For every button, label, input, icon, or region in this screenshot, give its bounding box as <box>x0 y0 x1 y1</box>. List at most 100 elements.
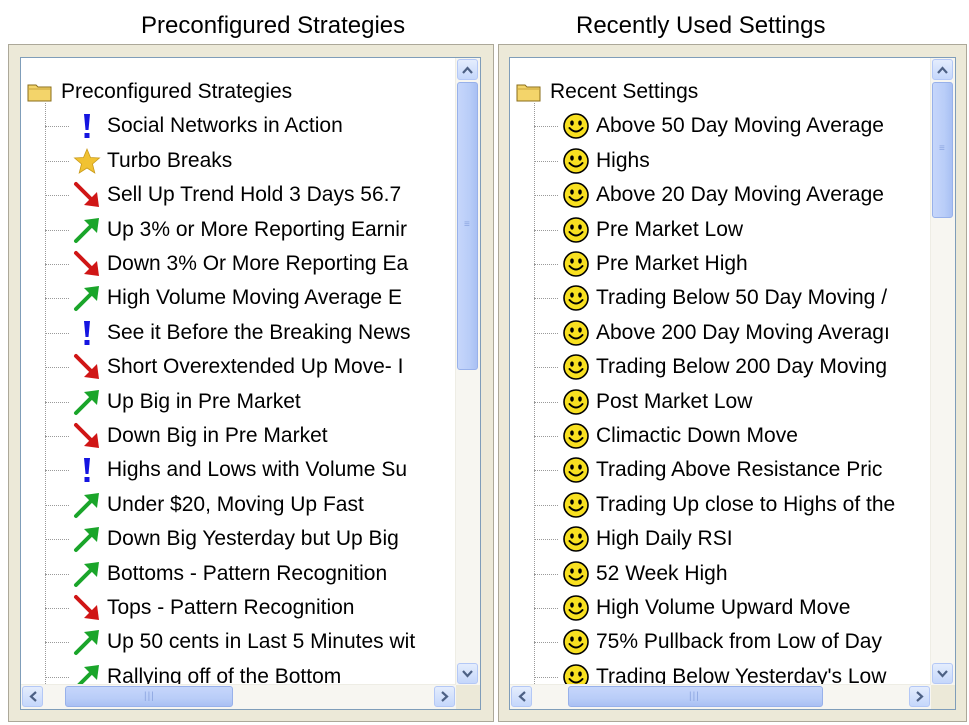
tree-connector-line <box>534 103 535 688</box>
tree-item[interactable]: Social Networks in Action <box>79 109 343 143</box>
tree-branch-line <box>45 195 69 197</box>
tree-item-label: Up Big in Pre Market <box>107 389 301 413</box>
tree-item[interactable]: Post Market Low <box>563 385 752 419</box>
tree-item[interactable]: Highs <box>563 144 650 178</box>
scroll-left-button[interactable] <box>511 686 532 707</box>
chevron-left-icon <box>517 691 526 702</box>
tree-item[interactable]: High Volume Upward Move <box>563 591 850 625</box>
tree-item-label: Trading Above Resistance Pric <box>596 458 883 482</box>
tree-item[interactable]: Down Big Yesterday but Up Big <box>74 522 399 556</box>
tree-item[interactable]: Short Overextended Up Move- I <box>74 350 404 384</box>
scroll-right-button[interactable] <box>434 686 455 707</box>
tree-item[interactable]: Pre Market Low <box>563 213 744 247</box>
tree-item-label: Up 50 cents in Last 5 Minutes wit <box>107 630 416 654</box>
tree-branch-line <box>45 642 69 644</box>
scroll-up-button[interactable] <box>457 59 478 80</box>
smiley-icon <box>560 454 592 486</box>
tree-branch-line <box>534 504 558 506</box>
tree-item-label: Down 3% Or More Reporting Ea <box>107 252 409 275</box>
arrow-down-red-icon <box>71 420 103 452</box>
strategies-tree[interactable]: Preconfigured Strategies Social Networks … <box>20 57 481 710</box>
tree-item[interactable]: Up 3% or More Reporting Earnir <box>74 213 407 247</box>
tree-item-label: Above 20 Day Moving Average <box>596 183 884 207</box>
tree-item-label: Turbo Breaks <box>107 148 233 172</box>
smiley-icon <box>560 558 592 590</box>
tree-item-label: Pre Market Low <box>596 217 744 241</box>
tree-item[interactable]: 52 Week High <box>563 557 728 591</box>
vertical-scroll-thumb[interactable]: ≡ <box>457 82 478 370</box>
tree-item[interactable]: Tops - Pattern Recognition <box>74 591 354 625</box>
horizontal-scroll-thumb[interactable]: ||| <box>568 686 823 707</box>
tree-item-label: Down Big Yesterday but Up Big <box>107 527 399 551</box>
tree-item[interactable]: Up 50 cents in Last 5 Minutes wit <box>74 625 416 659</box>
tree-item[interactable]: Above 20 Day Moving Average <box>563 178 884 212</box>
smiley-icon <box>560 110 592 142</box>
tree-root-folder[interactable]: Preconfigured Strategies <box>27 75 292 109</box>
tree-item[interactable]: Above 50 Day Moving Average <box>563 109 884 143</box>
folder-icon <box>516 82 542 102</box>
tree-item-label: Short Overextended Up Move- I <box>107 355 404 379</box>
horizontal-scrollbar[interactable]: ||| <box>510 684 931 709</box>
tree-item[interactable]: High Volume Moving Average E <box>74 281 402 315</box>
grip-icon: ≡ <box>464 219 470 230</box>
vertical-scrollbar[interactable]: ≡ <box>930 58 955 685</box>
tree-item-label: Social Networks in Action <box>107 114 343 138</box>
tree-item[interactable]: Sell Up Trend Hold 3 Days 56.7 <box>74 178 402 212</box>
vertical-scrollbar[interactable]: ≡ <box>455 58 480 685</box>
smiley-icon <box>560 386 592 418</box>
tree-item[interactable]: Turbo Breaks <box>73 144 233 178</box>
tree-root-folder[interactable]: Recent Settings <box>516 75 698 109</box>
tree-item[interactable]: Under $20, Moving Up Fast <box>74 488 364 522</box>
tree-item[interactable]: Up Big in Pre Market <box>74 385 301 419</box>
scroll-down-button[interactable] <box>932 663 953 684</box>
arrow-down-red-icon <box>71 592 103 624</box>
tree-branch-line <box>45 504 69 506</box>
tree-branch-line <box>45 332 69 334</box>
horizontal-scrollbar[interactable]: ||| <box>21 684 456 709</box>
chevron-down-icon <box>937 669 948 678</box>
scroll-left-button[interactable] <box>22 686 43 707</box>
tree-item[interactable]: 75% Pullback from Low of Day <box>563 625 882 659</box>
tree-branch-line <box>534 436 558 437</box>
tree-item-label: Sell Up Trend Hold 3 Days 56.7 <box>107 183 402 207</box>
tree-item[interactable]: Trading Below 50 Day Moving / <box>563 281 887 315</box>
tree-branch-line <box>534 195 558 197</box>
tree-item[interactable]: Down Big in Pre Market <box>74 419 328 453</box>
tree-branch-line <box>534 608 558 609</box>
tree-item-label: 52 Week High <box>596 561 728 585</box>
tree-item[interactable]: High Daily RSI <box>563 522 733 556</box>
vertical-scroll-thumb[interactable]: ≡ <box>932 82 953 218</box>
tree-item[interactable]: Trading Below 200 Day Moving <box>563 350 887 384</box>
tree-item-label: Climactic Down Move <box>596 424 798 447</box>
arrow-down-red-icon <box>71 351 103 383</box>
tree-item[interactable]: See it Before the Breaking News <box>79 316 411 350</box>
tree-branch-line <box>45 539 69 541</box>
scroll-corner <box>456 685 480 709</box>
tree-branch-line <box>45 298 69 300</box>
tree-branch-line <box>534 573 558 575</box>
tree-item[interactable]: Down 3% Or More Reporting Ea <box>74 247 409 281</box>
smiley-icon <box>560 317 592 349</box>
recent-settings-tree[interactable]: Recent Settings Above 50 Day Moving Avera… <box>509 57 956 710</box>
tree-item-label: Under $20, Moving Up Fast <box>107 492 364 516</box>
tree-item[interactable]: Climactic Down Move <box>563 419 798 453</box>
tree-item[interactable]: Pre Market High <box>563 247 748 281</box>
tree-item[interactable]: Trading Above Resistance Pric <box>563 453 883 487</box>
scroll-right-button[interactable] <box>909 686 930 707</box>
right-panel: Recent Settings Above 50 Day Moving Avera… <box>498 44 967 722</box>
tree-item[interactable]: Trading Up close to Highs of the <box>563 488 895 522</box>
tree-item[interactable]: Above 200 Day Moving Averagı <box>563 316 890 350</box>
scroll-up-button[interactable] <box>932 59 953 80</box>
horizontal-scroll-thumb[interactable]: ||| <box>65 686 233 707</box>
tree-item[interactable]: Highs and Lows with Volume Su <box>79 453 407 487</box>
tree-branch-line <box>534 298 558 300</box>
exclamation-icon <box>71 317 103 349</box>
scroll-down-button[interactable] <box>457 663 478 684</box>
chevron-right-icon <box>915 691 924 702</box>
arrow-down-red-icon <box>71 248 103 280</box>
tree-item-label: High Volume Moving Average E <box>107 286 402 310</box>
tree-item[interactable]: Bottoms - Pattern Recognition <box>74 557 387 591</box>
grip-icon: ||| <box>689 691 700 702</box>
chevron-up-icon <box>462 65 473 74</box>
tree-branch-line <box>534 676 558 678</box>
